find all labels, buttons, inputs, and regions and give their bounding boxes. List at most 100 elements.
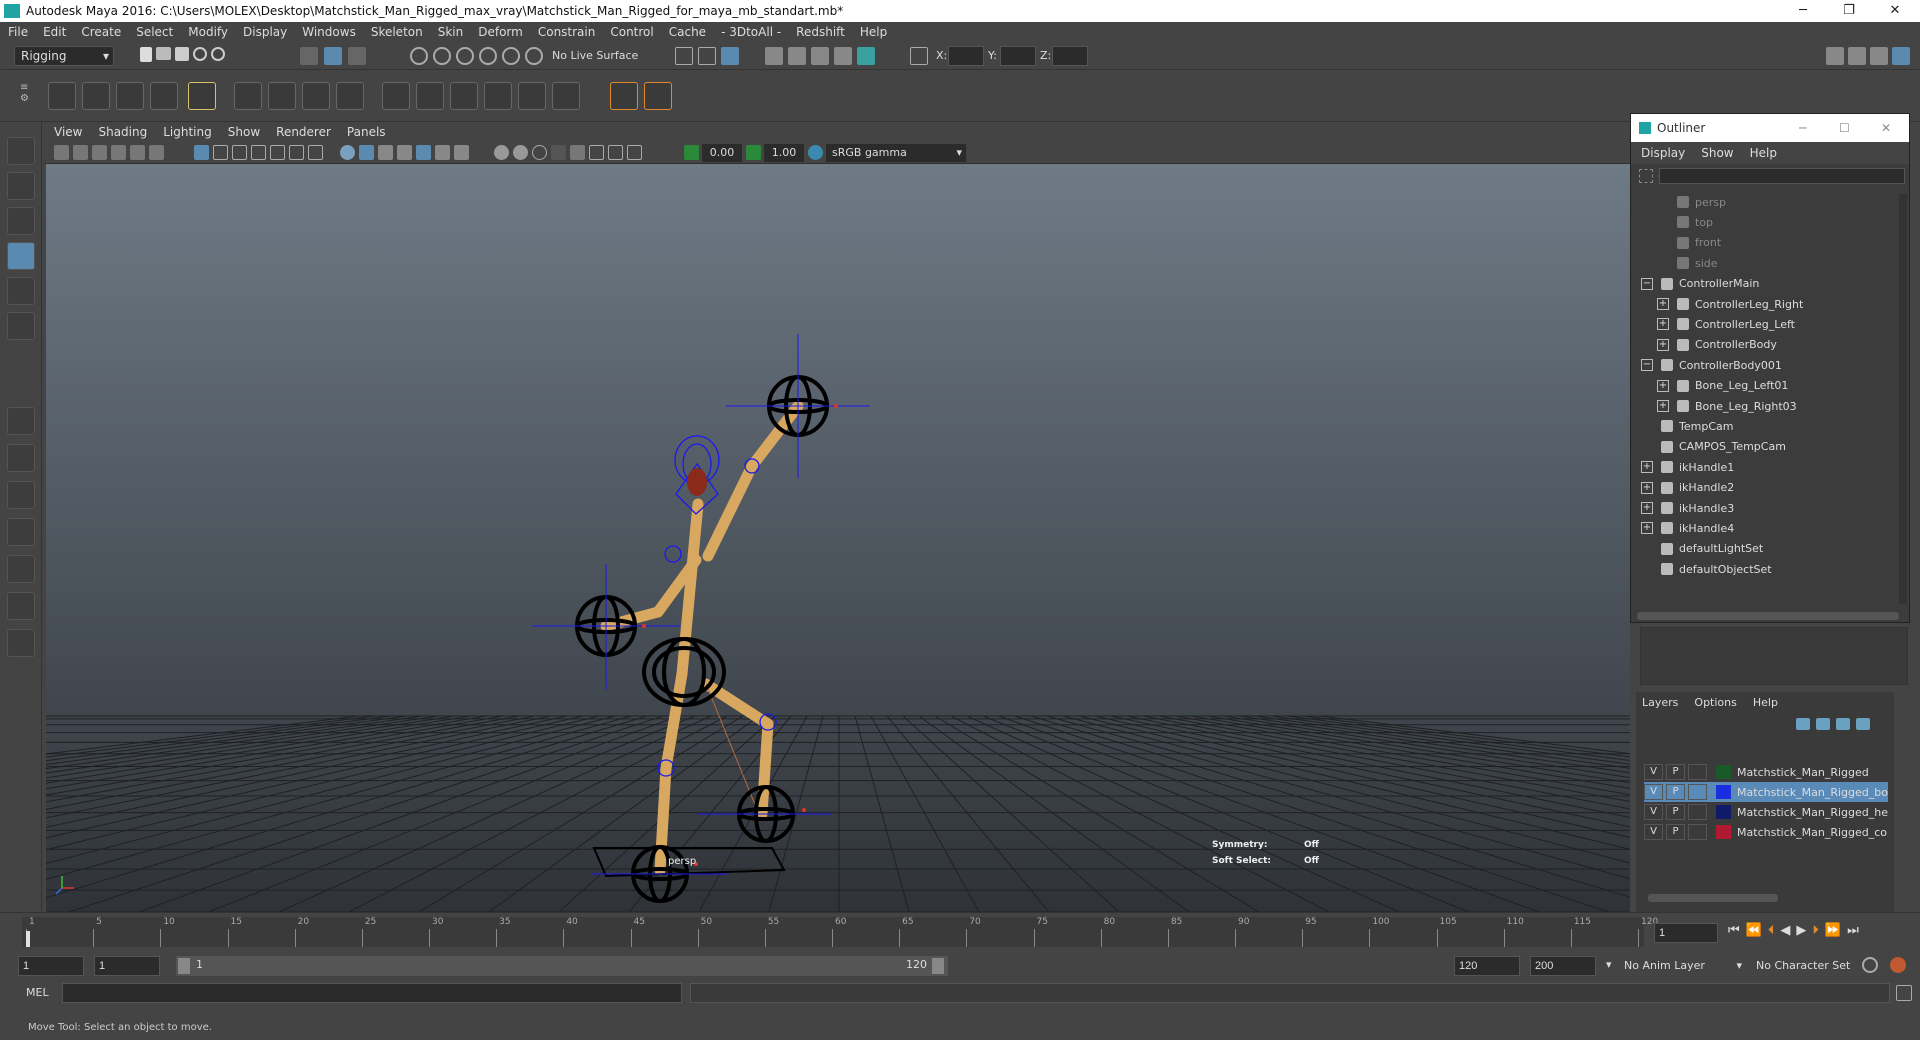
expand-toggle-icon[interactable]: + <box>1657 379 1669 392</box>
go-to-start-icon[interactable]: ⏮ <box>1728 923 1740 938</box>
xray-joints-icon[interactable] <box>416 145 431 160</box>
menu-item[interactable]: Deform <box>478 25 523 39</box>
ik-spline-icon[interactable] <box>116 82 144 110</box>
default-material-icon[interactable] <box>378 145 393 160</box>
select-tool-icon[interactable] <box>7 137 35 165</box>
outliner-item[interactable]: + ControllerLeg_Left <box>1641 314 1903 334</box>
outliner-item[interactable]: side <box>1641 253 1903 273</box>
outliner-item[interactable]: + ikHandle4 <box>1641 518 1903 538</box>
colorspace-dropdown[interactable]: sRGB gamma ▾ <box>826 144 966 162</box>
expand-toggle-icon[interactable]: + <box>1657 400 1669 412</box>
shadows-icon[interactable] <box>494 145 509 160</box>
paint-select-icon[interactable] <box>7 207 35 235</box>
shelf-menu-icon[interactable]: ≡ ⚙ <box>20 82 30 110</box>
grid-icon[interactable] <box>194 145 209 160</box>
gamma-icon[interactable] <box>746 145 761 160</box>
cluster-icon[interactable] <box>234 82 262 110</box>
new-layer-selected-icon[interactable] <box>1856 718 1870 730</box>
expand-toggle-icon[interactable]: + <box>1641 502 1653 514</box>
time-slider[interactable]: 1 5 10 15 20 25 30 35 40 45 50 55 60 65 70 75 80 85 90 95 10… <box>0 912 1920 952</box>
expand-toggle-icon[interactable] <box>1657 237 1669 249</box>
expand-toggle-icon[interactable]: + <box>1657 298 1669 310</box>
persp-uv-icon[interactable] <box>7 592 35 620</box>
outliner-item[interactable]: + ControllerBody <box>1641 335 1903 355</box>
layout-menu-icon[interactable] <box>7 629 35 657</box>
layer-visibility-toggle[interactable]: V <box>1644 804 1663 820</box>
current-time-marker[interactable] <box>26 931 30 947</box>
step-forward-frame-icon[interactable]: ⏵ <box>1812 923 1819 938</box>
character-set-dropdown[interactable]: No Character Set <box>1756 956 1876 976</box>
expand-toggle-icon[interactable] <box>1657 196 1669 208</box>
image-plane-icon[interactable] <box>111 145 126 160</box>
expand-toggle-icon[interactable]: − <box>1641 359 1653 372</box>
new-layer-icon[interactable] <box>1836 718 1850 730</box>
menu-item[interactable]: Create <box>81 25 121 39</box>
motion-blur-icon[interactable] <box>532 145 547 160</box>
outliner-menu-item[interactable]: Display <box>1641 146 1685 160</box>
expand-toggle-icon[interactable]: + <box>1657 338 1669 351</box>
expand-toggle-icon[interactable]: + <box>1641 461 1653 474</box>
snap-vertex-icon[interactable] <box>525 47 543 65</box>
outliner-item[interactable]: persp <box>1641 192 1903 212</box>
menu-item[interactable]: File <box>8 25 28 39</box>
layer-color-swatch[interactable] <box>1715 825 1732 839</box>
outliner-menu-item[interactable]: Show <box>1701 146 1733 160</box>
isolate-select-icon[interactable] <box>570 145 585 160</box>
outliner-item[interactable]: + Bone_Leg_Right03 <box>1641 396 1903 416</box>
outliner-search-input[interactable] <box>1659 168 1905 184</box>
rotate-tool-icon[interactable] <box>7 277 35 305</box>
wrap-icon[interactable] <box>302 82 330 110</box>
outliner-item[interactable]: top <box>1641 212 1903 232</box>
gamma-field[interactable]: 1.00 <box>764 144 804 162</box>
grease-pencil-icon[interactable] <box>149 145 164 160</box>
channel-box-icon[interactable] <box>1892 47 1910 65</box>
textured-icon[interactable] <box>435 145 450 160</box>
outliner-item[interactable]: + Bone_Leg_Left01 <box>1641 376 1903 396</box>
expand-toggle-icon[interactable] <box>1641 563 1653 575</box>
menu-item[interactable]: Constrain <box>538 25 596 39</box>
anti-alias-icon[interactable] <box>551 145 566 160</box>
parent-constraint-icon[interactable] <box>518 82 546 110</box>
time-ruler[interactable]: 1 5 10 15 20 25 30 35 40 45 50 55 60 65 70 75 80 85 90 95 10… <box>22 917 1658 947</box>
range-end-handle[interactable] <box>932 958 944 974</box>
outliner-item[interactable]: − ControllerMain <box>1641 274 1903 294</box>
panel-menu-item[interactable]: Lighting <box>163 125 212 139</box>
save-scene-icon[interactable] <box>175 47 189 61</box>
layer-color-swatch[interactable] <box>1715 805 1732 819</box>
four-view-icon[interactable] <box>7 444 35 472</box>
start-time-field[interactable] <box>18 956 84 976</box>
smooth-shade-icon[interactable] <box>359 145 374 160</box>
xray-active-icon[interactable] <box>608 145 623 160</box>
ik-handle-icon[interactable] <box>82 82 110 110</box>
y-field[interactable] <box>1000 46 1036 66</box>
panel-menu-item[interactable]: Panels <box>347 125 386 139</box>
script-editor-icon[interactable] <box>1896 985 1912 1001</box>
menu-item[interactable]: Cache <box>669 25 706 39</box>
outliner-vscroll[interactable] <box>1899 194 1907 604</box>
close-button[interactable]: ✕ <box>1872 0 1918 22</box>
outliner-item[interactable]: TempCam <box>1641 416 1903 436</box>
menu-item[interactable]: Edit <box>43 25 66 39</box>
xray-icon[interactable] <box>589 145 604 160</box>
ambient-occlusion-icon[interactable] <box>513 145 528 160</box>
auto-key-icon[interactable] <box>1862 957 1878 973</box>
exposure-field[interactable]: 0.00 <box>702 144 742 162</box>
expand-toggle-icon[interactable] <box>1641 441 1653 453</box>
bookmark-icon[interactable] <box>92 145 107 160</box>
panel-menu-item[interactable]: View <box>54 125 82 139</box>
safe-title-icon[interactable] <box>308 145 323 160</box>
hypershade-icon[interactable] <box>857 47 875 65</box>
aim-constraint-icon[interactable] <box>416 82 444 110</box>
resolution-gate-icon[interactable] <box>232 145 247 160</box>
menu-item[interactable]: Windows <box>302 25 356 39</box>
mel-label[interactable]: MEL <box>26 986 49 999</box>
lattice-icon[interactable] <box>268 82 296 110</box>
layer-visibility-toggle[interactable]: V <box>1644 764 1663 780</box>
outliner-menu-item[interactable]: Help <box>1750 146 1777 160</box>
z-field[interactable] <box>1052 46 1088 66</box>
layer-visibility-toggle[interactable]: V <box>1644 784 1663 800</box>
new-scene-icon[interactable] <box>140 47 152 62</box>
layer-type-toggle[interactable] <box>1687 804 1707 820</box>
layer-type-toggle[interactable] <box>1687 824 1707 840</box>
expand-toggle-icon[interactable] <box>1641 543 1653 555</box>
